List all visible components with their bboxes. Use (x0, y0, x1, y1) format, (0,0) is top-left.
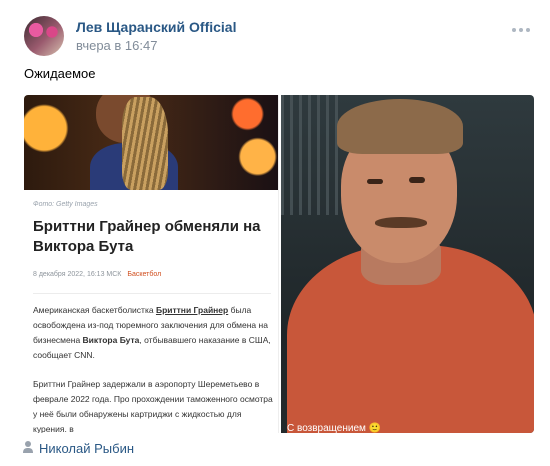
article-meta: 8 декабря 2022, 16:13 МСК Баскетбол (33, 271, 161, 278)
article-paragraph-2: Бриттни Грайнер задержали в аэропорту Ше… (33, 379, 273, 433)
post-time[interactable]: вчера в 16:47 (76, 38, 157, 53)
divider (33, 293, 271, 294)
attachment-gallery: Фото: Getty Images Бриттни Грайнер обмен… (24, 95, 534, 433)
article-link-name: Бриттни Грайнер (155, 305, 229, 315)
article-bold-name: Виктора Бута (82, 335, 140, 345)
portrait-photo[interactable]: С возвращением 🙂 (281, 95, 534, 433)
article-headline: Бриттни Грайнер обменяли на Виктора Бута (33, 218, 261, 255)
article-date: 8 декабря 2022, 16:13 МСК (33, 271, 122, 278)
more-dots-icon[interactable] (512, 28, 530, 32)
photo-caption: Фото: Getty Images (33, 201, 98, 208)
article-screenshot[interactable]: Фото: Getty Images Бриттни Грайнер обмен… (24, 95, 279, 433)
article-photo (24, 95, 278, 190)
portrait-caption: С возвращением 🙂 (287, 423, 382, 433)
commenter-name[interactable]: Николай Рыбин (39, 441, 134, 456)
user-icon[interactable] (22, 440, 34, 454)
author-avatar[interactable] (24, 16, 64, 56)
article-category: Баскетбол (127, 271, 162, 278)
post-card: Лев Щаранский Official вчера в 16:47 Ожи… (0, 0, 550, 466)
author-name[interactable]: Лев Щаранский Official (76, 19, 236, 35)
article-paragraph-1: Американская баскетболистка Бриттни Грай… (33, 305, 271, 360)
post-text: Ожидаемое (24, 66, 96, 81)
